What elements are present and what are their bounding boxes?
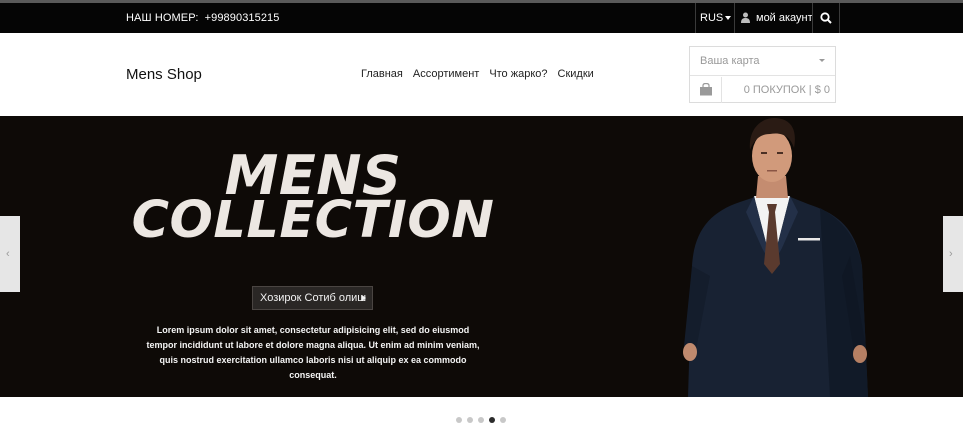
play-arrow-icon xyxy=(362,295,366,301)
dropdown-caret-icon xyxy=(819,59,825,62)
cart-summary-row[interactable]: 0 ПОКУПОК | $ 0 xyxy=(690,77,835,103)
site-logo[interactable]: Mens Shop xyxy=(126,66,202,83)
phone-label: НАШ НОМЕР: xyxy=(126,12,199,24)
chevron-right-icon: › xyxy=(949,248,953,260)
slider-pagination xyxy=(456,417,511,423)
phone-info: НАШ НОМЕР: +99890315215 xyxy=(126,3,280,33)
search-icon xyxy=(820,12,832,24)
language-selector[interactable]: RUS xyxy=(696,3,734,33)
cart-select[interactable]: Ваша карта xyxy=(690,47,835,76)
hero-slider: MENS COLLECTION Хозирок Сотиб олиш Lorem… xyxy=(0,116,963,397)
site-header: Mens Shop Главная Ассортимент Что жарко?… xyxy=(0,33,963,116)
buy-now-button[interactable]: Хозирок Сотиб олиш xyxy=(252,286,373,310)
slider-dot[interactable] xyxy=(500,417,506,423)
nav-item-home[interactable]: Главная xyxy=(361,68,403,80)
slider-next-button[interactable]: › xyxy=(943,216,963,292)
dropdown-caret-icon xyxy=(725,16,731,20)
shopping-bag-icon xyxy=(700,83,712,96)
buy-now-label: Хозирок Сотиб олиш xyxy=(260,292,367,304)
divider xyxy=(721,77,722,103)
account-label: мой акаунт xyxy=(756,12,813,24)
cart-summary: 0 ПОКУПОК | $ 0 xyxy=(743,84,830,96)
phone-number[interactable]: +99890315215 xyxy=(205,12,280,24)
user-icon xyxy=(741,12,750,23)
language-label: RUS xyxy=(700,12,724,24)
account-link[interactable]: мой акаунт xyxy=(735,3,813,33)
hero-title-line2: COLLECTION xyxy=(131,191,495,250)
topbar: НАШ НОМЕР: +99890315215 RUS мой акаунт xyxy=(0,3,963,33)
chevron-left-icon: ‹ xyxy=(6,248,10,260)
slider-dot[interactable] xyxy=(467,417,473,423)
slider-prev-button[interactable]: ‹ xyxy=(0,216,20,292)
main-nav: Главная Ассортимент Что жарко? Скидки xyxy=(361,68,604,80)
cart-widget: Ваша карта 0 ПОКУПОК | $ 0 xyxy=(689,46,836,103)
nav-item-catalog[interactable]: Ассортимент xyxy=(413,68,479,80)
hero-description: Lorem ipsum dolor sit amet, consectetur … xyxy=(146,325,480,380)
cart-select-label: Ваша карта xyxy=(700,55,760,67)
model-photo xyxy=(683,118,868,397)
divider xyxy=(839,3,840,33)
search-button[interactable] xyxy=(813,3,839,33)
slider-dot[interactable] xyxy=(456,417,462,423)
slider-dot[interactable] xyxy=(489,417,495,423)
slider-dot[interactable] xyxy=(478,417,484,423)
nav-item-sales[interactable]: Скидки xyxy=(558,68,594,80)
nav-item-hot[interactable]: Что жарко? xyxy=(489,68,547,80)
